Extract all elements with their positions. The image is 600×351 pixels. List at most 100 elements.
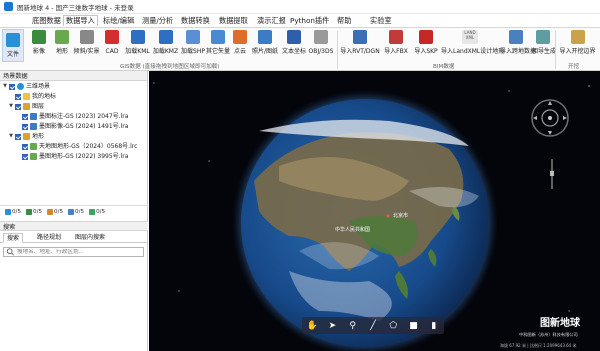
vector-icon <box>211 30 225 44</box>
label-china: 中华人民共和国 <box>335 226 370 233</box>
chart-icon[interactable]: ▮ <box>428 321 440 331</box>
bim-group-label: BIM数据 <box>433 64 455 70</box>
count-item[interactable]: 0/5 <box>47 208 63 215</box>
scene-tree: ▼ 三维场景 我的地标 ▼ 图层 墨图标注-GS (2023) 2047号.lr… <box>0 81 147 206</box>
oblique-button[interactable]: 倾斜/实景 <box>73 30 100 62</box>
tab-layer-search[interactable]: 图层内搜索 <box>72 233 108 243</box>
landxml-icon: LAND XML <box>462 30 478 44</box>
scene-panel-title: 场景数据 <box>3 73 28 80</box>
oblique-icon <box>79 30 94 44</box>
load-shp-button[interactable]: 加载SHP <box>180 30 206 62</box>
layer-icon <box>30 113 37 120</box>
text-coord-button[interactable]: 文本坐标 <box>281 30 307 62</box>
zoom-slider[interactable] <box>550 159 554 189</box>
fbx-icon <box>389 30 403 44</box>
imagery-icon <box>26 208 33 215</box>
window-title: 图新地球 4 - 国产三维数字地球 - 未登录 <box>17 3 134 12</box>
gis-group-label: GIS数据 (直接拖拽到地图区域即可加载) <box>120 64 220 70</box>
menu-help[interactable]: 帮助 <box>335 15 353 26</box>
tree-node-imagery-layer[interactable]: 墨图影像-GS (2024) 1491号.lra <box>21 122 128 131</box>
generate-button[interactable]: 相导生成 <box>532 30 556 62</box>
tree-node-label-layer[interactable]: 墨图标注-GS (2023) 2047号.lra <box>21 112 128 121</box>
checkbox[interactable] <box>22 153 28 160</box>
point-icon <box>89 208 96 215</box>
polygon-icon[interactable]: ⬠ <box>387 321 399 331</box>
area-icon[interactable]: ■ <box>408 321 420 331</box>
import-landxml-button[interactable]: LAND XML 导入LandXML设计地形 <box>441 30 504 62</box>
point-cloud-button[interactable]: 点云 <box>231 30 249 62</box>
checkbox[interactable] <box>22 123 28 130</box>
import-terrain-data-button[interactable]: 导入跨地数据 <box>500 30 536 62</box>
import-fbx-button[interactable]: 导入FBX <box>382 30 410 62</box>
photo-icon <box>258 30 272 44</box>
pin-icon[interactable]: ⚲ <box>347 321 359 331</box>
compass-control[interactable] <box>530 98 570 138</box>
terrain-layer-icon <box>30 153 37 160</box>
pointer-icon[interactable]: ➤ <box>326 321 338 331</box>
tree-node-tianditu-terrain[interactable]: 天地图地形-GS（2024）0568号.lrc <box>21 142 137 151</box>
checkbox[interactable] <box>15 103 21 110</box>
checkbox[interactable] <box>9 83 15 90</box>
start-group-label: 开挖 <box>568 64 580 70</box>
cad-button[interactable]: CAD <box>102 30 122 62</box>
collapse-arrow-icon[interactable]: ▼ <box>2 82 8 91</box>
menu-lab[interactable]: 实验室 <box>368 15 394 26</box>
import-excavation-button[interactable]: 导入开挖边界 <box>557 30 598 62</box>
menu-measure-analysis[interactable]: 测量/分析 <box>140 15 175 26</box>
location-marker <box>386 214 390 218</box>
tree-node-layers[interactable]: ▼ 图层 <box>8 102 44 111</box>
count-item[interactable]: 0/5 <box>68 208 84 215</box>
kmz-icon <box>158 30 173 44</box>
label-beijing: 北京市 <box>393 212 408 219</box>
count-item[interactable]: 0/5 <box>5 208 21 215</box>
ribbon-toolbar: 文件 影像 地形 倾斜/实景 CAD 加载KML 加载KMZ 加载SHP 其它矢… <box>0 27 600 71</box>
group-separator <box>337 31 338 69</box>
menu-plot-edit[interactable]: 标绘/编辑 <box>101 15 136 26</box>
terrain-layer-icon <box>30 143 37 150</box>
checkbox[interactable] <box>15 133 21 140</box>
collapse-arrow-icon[interactable]: ▼ <box>8 132 14 141</box>
photo-drawing-button[interactable]: 照片/图纸 <box>251 30 279 62</box>
menu-presentation[interactable]: 演示汇报 <box>255 15 288 26</box>
import-rvt-dgn-button[interactable]: 导入RVT/DGN <box>340 30 380 62</box>
search-panel-header: 搜索 <box>0 221 148 231</box>
checkbox[interactable] <box>22 113 28 120</box>
collapse-arrow-icon[interactable]: ▼ <box>8 102 14 111</box>
search-input[interactable] <box>17 249 137 255</box>
globe-icon <box>6 33 20 47</box>
watermark-subtitle: 中科图新（苏州）科技有限公司 <box>519 332 578 337</box>
menu-data-convert[interactable]: 数据转换 <box>179 15 212 26</box>
checkbox[interactable] <box>15 93 21 100</box>
tab-search[interactable]: 搜索 <box>3 233 24 243</box>
skp-icon <box>419 30 433 44</box>
tree-node-my-landmarks[interactable]: 我的地标 <box>14 92 56 101</box>
pan-hand-icon[interactable]: ✋ <box>306 321 318 331</box>
excavation-icon <box>570 30 585 44</box>
tab-route-planning[interactable]: 路径规划 <box>34 233 64 243</box>
search-tabs: 搜索 路径规划 图层内搜索 <box>0 233 148 243</box>
app-logo-icon <box>4 2 13 11</box>
checkbox[interactable] <box>22 143 28 150</box>
menu-data-import[interactable]: 数据导入 <box>63 15 98 26</box>
tree-node-map-terrain[interactable]: 墨图地形-GS (2022) 3995号.lra <box>21 152 128 161</box>
obj-3ds-button[interactable]: OBJ/3DS <box>308 30 334 62</box>
terrain-data-icon <box>509 30 523 44</box>
load-kml-button[interactable]: 加载KML <box>124 30 151 62</box>
other-vector-button[interactable]: 其它矢量 <box>206 30 230 62</box>
load-kmz-button[interactable]: 加载KMZ <box>152 30 179 62</box>
group-separator <box>555 31 556 69</box>
menu-data-extract[interactable]: 数据提取 <box>217 15 250 26</box>
imagery-button[interactable]: 影像 <box>28 30 50 62</box>
tree-node-scene[interactable]: ▼ 三维场景 <box>2 82 50 91</box>
tree-node-terrain[interactable]: ▼ 地形 <box>8 132 44 141</box>
draw-line-icon[interactable]: ╱ <box>367 321 379 331</box>
search-icon <box>6 248 15 256</box>
count-item[interactable]: 0/5 <box>26 208 42 215</box>
count-item[interactable]: 0/5 <box>89 208 105 215</box>
terrain-button[interactable]: 地形 <box>51 30 73 62</box>
menu-python-plugin[interactable]: Python插件 <box>288 15 331 26</box>
import-skp-button[interactable]: 导入SKP <box>412 30 440 62</box>
menu-basemap[interactable]: 底图数据 <box>30 15 63 26</box>
file-button[interactable]: 文件 <box>2 29 24 62</box>
search-box[interactable] <box>3 247 144 257</box>
